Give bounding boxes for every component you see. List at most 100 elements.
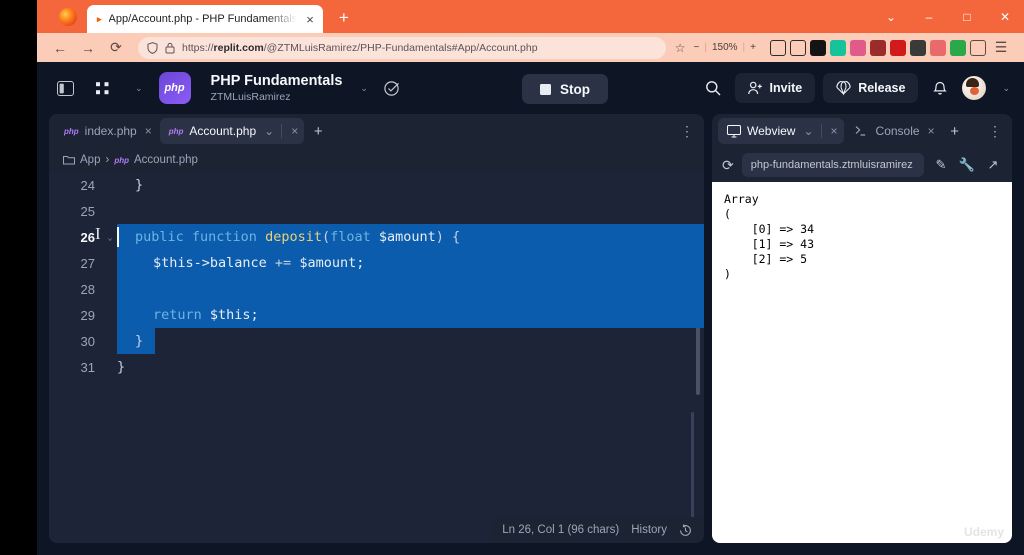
breadcrumb-file[interactable]: Account.php xyxy=(134,154,198,166)
shell-check-icon[interactable] xyxy=(378,74,406,102)
code-line[interactable]: 27$this->balance += $amount; xyxy=(49,250,704,276)
release-button[interactable]: Release xyxy=(823,73,918,103)
branch-chevron-icon[interactable]: ⌄ xyxy=(135,83,143,94)
preview-tab-chevron-icon[interactable]: ⌄ xyxy=(803,124,813,138)
code-line[interactable]: 28 xyxy=(49,276,704,302)
code-line[interactable]: 24} xyxy=(49,172,704,198)
code-line[interactable]: 26⌄public function deposit(float $amount… xyxy=(49,224,704,250)
avatar-chevron-icon[interactable]: ⌄ xyxy=(1002,83,1010,94)
screenshot-extension-icon[interactable] xyxy=(930,40,946,56)
code-text: $this->balance += $amount; xyxy=(117,255,364,271)
downloads-icon[interactable] xyxy=(790,40,806,56)
preview-tab-close-icon[interactable]: × xyxy=(831,124,838,138)
code-token-punc: } xyxy=(135,333,143,349)
editor-tab-account-php[interactable]: php Account.php ⌄ × xyxy=(160,118,304,144)
code-line[interactable]: 29return $this; xyxy=(49,302,704,328)
code-editor[interactable]: 24}2526⌄public function deposit(float $a… xyxy=(49,172,704,543)
sidebar-toggle-icon[interactable] xyxy=(51,74,79,102)
preview-tab-close-icon[interactable]: × xyxy=(928,124,935,138)
browser-nav-bar: ← → ⟳ https://replit.com/@ZTMLuisRamirez… xyxy=(37,33,1024,62)
editor-scrollbar-inner[interactable] xyxy=(691,412,694,522)
zoom-out-button[interactable]: − xyxy=(694,42,700,53)
webview-reload-icon[interactable]: ⟳ xyxy=(722,157,734,174)
code-token-punc: ) { xyxy=(436,229,460,245)
window-controls: ⌄ – □ ✕ xyxy=(872,0,1024,33)
project-owner: ZTMLuisRamirez xyxy=(211,91,343,104)
preview-tab-console[interactable]: Console × xyxy=(846,118,941,144)
editor-tab-chevron-icon[interactable]: ⌄ xyxy=(264,124,274,138)
browser-tab-strip: ▸ App/Account.php - PHP Fundamentals × +… xyxy=(37,0,1024,33)
open-external-icon[interactable]: ↗ xyxy=(984,157,1002,173)
code-token-kw: public xyxy=(135,229,192,245)
grammarly-extension-icon[interactable] xyxy=(830,40,846,56)
hamburger-menu-icon[interactable]: ☰ xyxy=(988,36,1014,60)
colorzilla-extension-icon[interactable] xyxy=(850,40,866,56)
code-token-punc: } xyxy=(135,177,143,193)
editor-add-tab-button[interactable]: + xyxy=(306,119,330,143)
back-button[interactable]: ← xyxy=(47,36,73,60)
bell-icon[interactable] xyxy=(926,74,954,102)
wrench-icon[interactable]: 🔧 xyxy=(958,157,976,173)
json-viewer-extension-icon[interactable] xyxy=(950,40,966,56)
browser-tab-close-icon[interactable]: × xyxy=(304,13,316,26)
code-token-fn: deposit xyxy=(265,229,322,245)
browser-tab[interactable]: ▸ App/Account.php - PHP Fundamentals × xyxy=(87,5,323,33)
php-file-icon: php xyxy=(169,127,184,136)
terminal-icon xyxy=(855,125,870,137)
breadcrumb: App › php Account.php xyxy=(49,148,704,172)
preview-tab-webview[interactable]: Webview ⌄ × xyxy=(718,118,844,144)
lock-icon xyxy=(165,42,175,54)
zoom-level-label[interactable]: 150% xyxy=(712,42,738,53)
lastpass-extension-icon[interactable] xyxy=(910,40,926,56)
redmark-extension-icon[interactable] xyxy=(890,40,906,56)
git-branch-icon[interactable] xyxy=(89,74,117,102)
code-fold-arrow-icon[interactable]: ⌄ xyxy=(103,233,117,242)
bookmark-star-icon[interactable]: ☆ xyxy=(675,41,686,55)
code-line[interactable]: 30} xyxy=(49,328,704,354)
project-title: PHP Fundamentals xyxy=(211,72,343,90)
pocket-extension-icon[interactable] xyxy=(770,40,786,56)
preview-more-menu-icon[interactable]: ⋮ xyxy=(986,122,1004,140)
code-text: public function deposit(float $amount) { xyxy=(117,229,460,245)
address-bar[interactable]: https://replit.com/@ZTMLuisRamirez/PHP-F… xyxy=(138,37,666,59)
code-line[interactable]: 25 xyxy=(49,198,704,224)
editor-tab-index-php[interactable]: php index.php × xyxy=(55,118,158,144)
new-tab-button[interactable]: + xyxy=(331,5,357,31)
editor-tab-label: Account.php xyxy=(189,124,256,138)
mouse-cursor-ibeam: I xyxy=(95,224,101,244)
code-line[interactable]: 31} xyxy=(49,354,704,380)
editor-tab-close-icon[interactable]: × xyxy=(145,124,152,138)
invite-button-label: Invite xyxy=(770,81,803,95)
line-number: 25 xyxy=(49,204,103,219)
extensions-puzzle-icon[interactable] xyxy=(970,40,986,56)
tab-list-chevron-icon[interactable]: ⌄ xyxy=(872,0,910,33)
webview-url-field[interactable]: php-fundamentals.ztmluisramirez xyxy=(742,153,924,177)
pencil-icon[interactable]: ✎ xyxy=(932,157,950,173)
zoom-in-button[interactable]: + xyxy=(750,42,756,53)
forward-button[interactable]: → xyxy=(75,36,101,60)
editor-tab-close-icon[interactable]: × xyxy=(291,124,298,138)
maximize-button[interactable]: □ xyxy=(948,0,986,33)
code-token-var: $amount; xyxy=(299,255,364,271)
stop-button[interactable]: Stop xyxy=(522,74,608,104)
project-chevron-icon[interactable]: ⌄ xyxy=(360,83,368,94)
user-avatar[interactable] xyxy=(962,76,986,100)
history-clock-icon[interactable] xyxy=(679,524,692,537)
preview-add-tab-button[interactable]: + xyxy=(943,119,967,143)
history-button[interactable]: History xyxy=(631,524,667,536)
minimize-button[interactable]: – xyxy=(910,0,948,33)
line-number: 28 xyxy=(49,282,103,297)
breadcrumb-folder[interactable]: App xyxy=(80,154,100,166)
screen: ▸ App/Account.php - PHP Fundamentals × +… xyxy=(0,0,1024,555)
folder-icon xyxy=(63,155,75,165)
webview-output: Array ( [0] => 34 [1] => 43 [2] => 5 ) xyxy=(712,182,1012,543)
ublock-origin-extension-icon[interactable] xyxy=(870,40,886,56)
stop-square-icon xyxy=(540,84,551,95)
dark-reader-extension-icon[interactable] xyxy=(810,40,826,56)
reload-button[interactable]: ⟳ xyxy=(103,36,129,60)
editor-more-menu-icon[interactable]: ⋮ xyxy=(678,122,696,140)
invite-button[interactable]: Invite xyxy=(735,73,816,103)
close-window-button[interactable]: ✕ xyxy=(986,0,1024,33)
search-icon[interactable] xyxy=(699,74,727,102)
selection-highlight xyxy=(117,276,704,302)
